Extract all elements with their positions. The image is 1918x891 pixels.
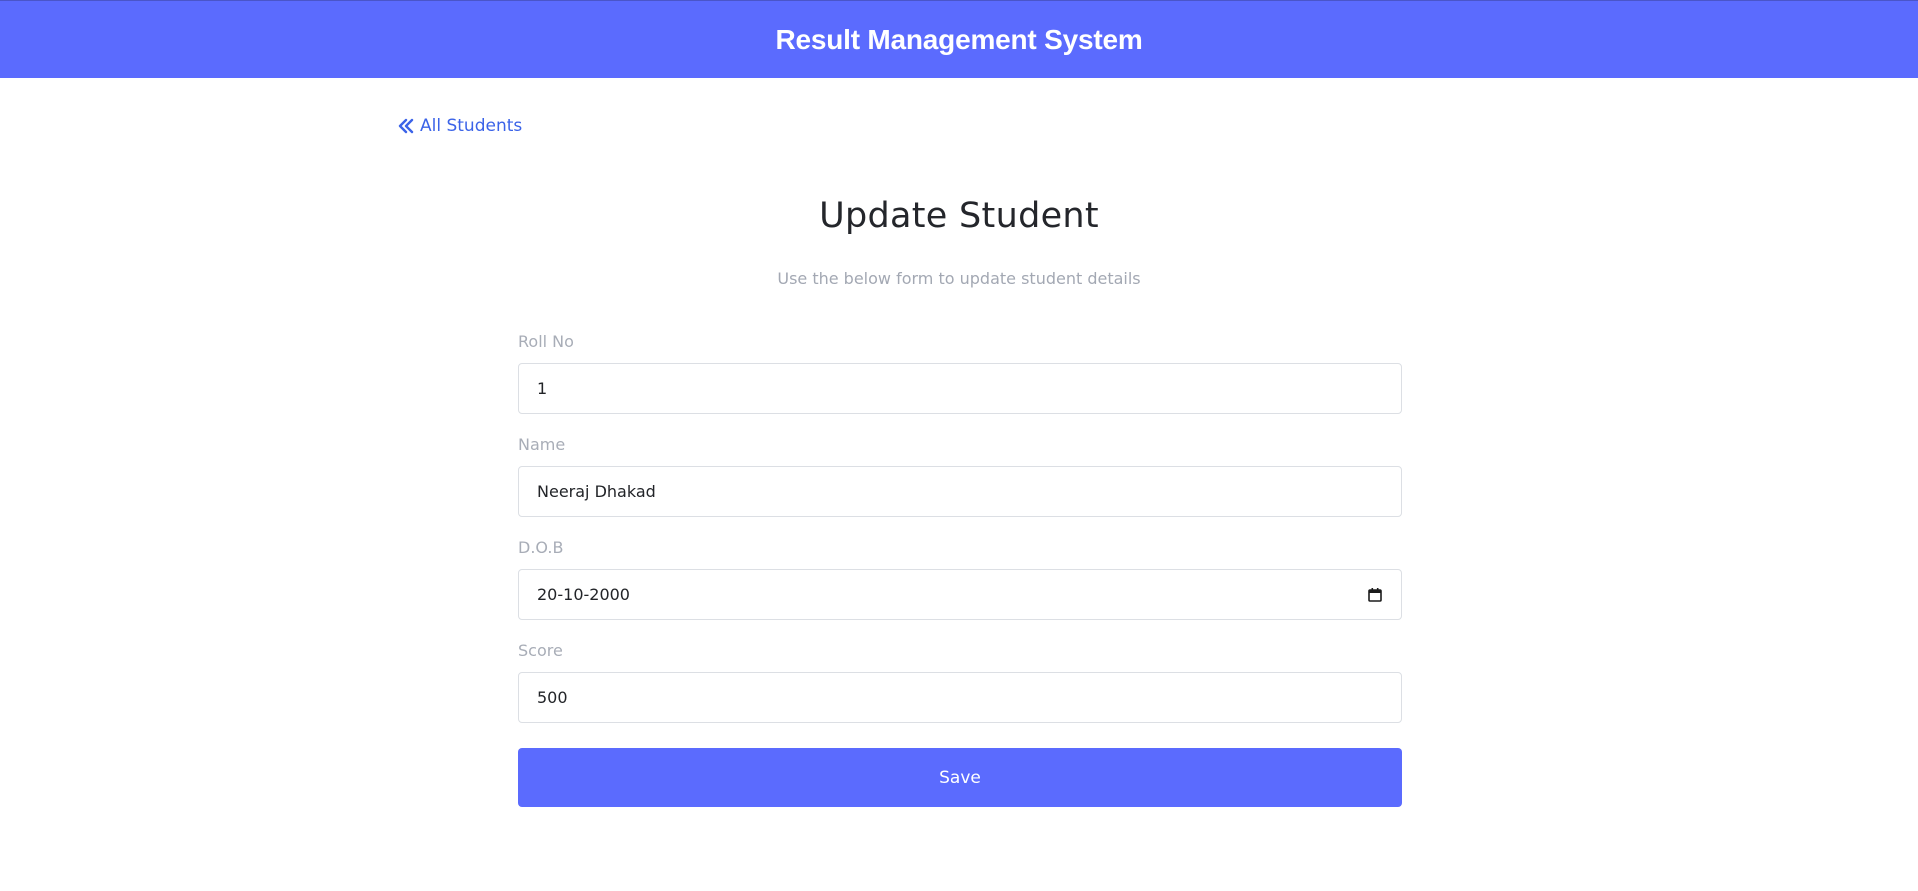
roll-no-field: Roll No 1 [518,330,1402,414]
save-button[interactable]: Save [518,748,1402,807]
dob-input[interactable]: 20-10-2000 [518,569,1402,620]
roll-no-label: Roll No [518,332,574,351]
all-students-label: All Students [420,116,523,136]
roll-no-input[interactable]: 1 [518,363,1402,414]
all-students-link[interactable]: All Students [398,116,522,136]
score-value: 500 [537,688,568,707]
score-field: Score 500 [518,639,1402,723]
dob-value: 20-10-2000 [537,585,630,604]
roll-no-value: 1 [537,379,548,398]
calendar-icon[interactable] [1367,587,1383,603]
name-field: Name Neeraj Dhakad [518,433,1402,517]
name-input[interactable]: Neeraj Dhakad [518,466,1402,517]
update-student-form: Roll No 1 Name Neeraj Dhakad D.O.B 20-10… [518,330,1402,742]
double-chevron-left-icon [398,118,414,134]
dob-label: D.O.B [518,538,564,557]
page-title: Update Student [819,196,1099,236]
dob-field: D.O.B 20-10-2000 [518,536,1402,620]
name-value: Neeraj Dhakad [537,482,656,501]
app-title: Result Management System [775,23,1143,55]
app-header: Result Management System [0,0,1918,78]
score-label: Score [518,641,563,660]
page-subtitle: Use the below form to update student det… [777,269,1141,288]
name-label: Name [518,435,566,454]
score-input[interactable]: 500 [518,672,1402,723]
